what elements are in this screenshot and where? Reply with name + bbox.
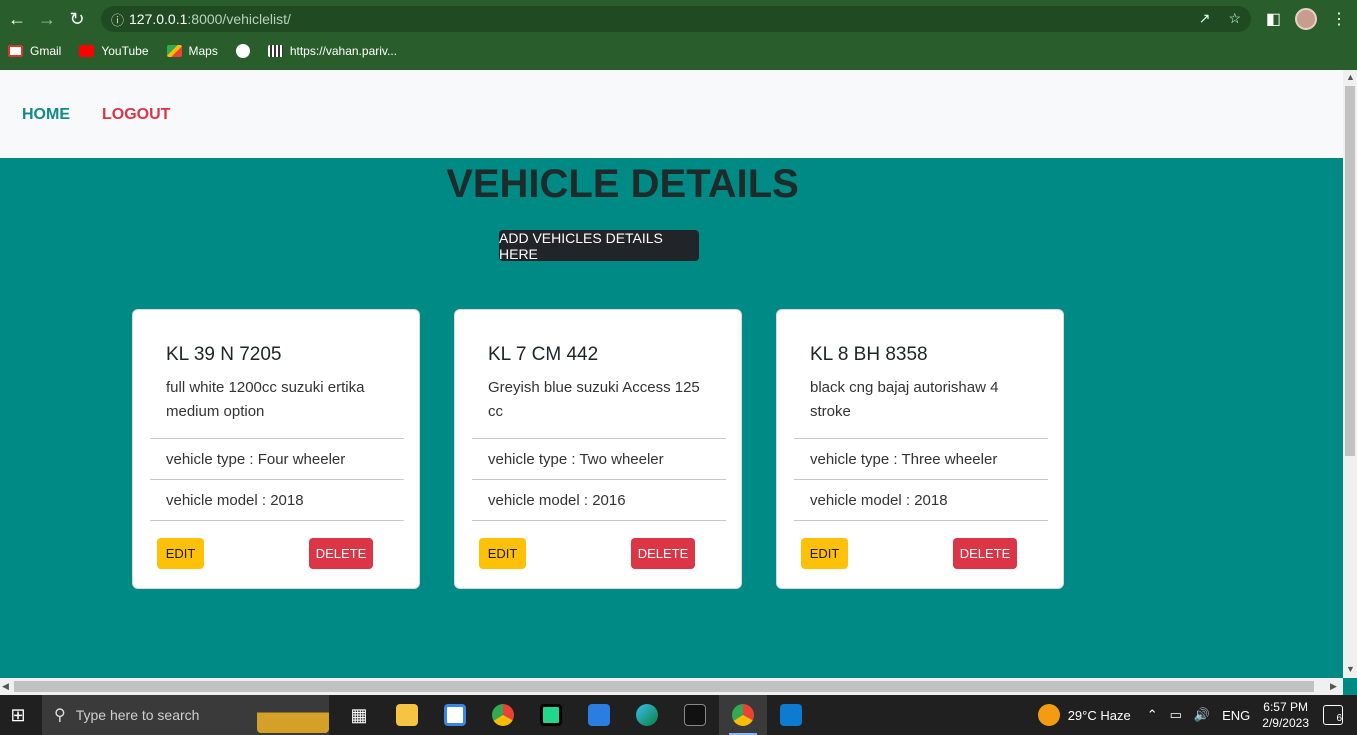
pycharm-icon[interactable] (527, 695, 575, 735)
edge-icon[interactable] (623, 695, 671, 735)
divider (150, 479, 404, 480)
vehicle-description: Greyish blue suzuki Access 125 cc (488, 379, 700, 420)
globe-icon (235, 44, 250, 58)
vertical-scrollbar[interactable]: ▲ ▼ (1343, 70, 1357, 678)
notification-icon[interactable]: 6 (1323, 705, 1343, 725)
nav-logout-link[interactable]: LOGOUT (102, 106, 170, 124)
divider (472, 479, 726, 480)
bookmark-gmail[interactable]: Gmail (8, 44, 61, 58)
reload-icon[interactable]: ↻ (64, 6, 90, 32)
chrome-icon[interactable] (479, 695, 527, 735)
bookmark-globe[interactable] (235, 44, 250, 58)
horizontal-scroll-thumb[interactable] (14, 681, 1314, 692)
volume-icon[interactable]: 🔊 (1194, 707, 1210, 723)
chrome-active-icon[interactable] (719, 695, 767, 735)
edit-button[interactable]: EDIT (801, 538, 848, 569)
divider (794, 438, 1048, 439)
task-view-icon[interactable]: ▦ (335, 695, 383, 735)
windows-start-icon[interactable]: ⊞ (0, 695, 36, 735)
page-title: VEHICLE DETAILS (446, 162, 799, 206)
forward-icon[interactable]: → (34, 6, 60, 32)
divider (150, 438, 404, 439)
clock-time: 6:57 PM (1263, 700, 1308, 714)
edit-button[interactable]: EDIT (479, 538, 526, 569)
bookmarks-bar: Gmail YouTube Maps https://vahan.pariv..… (0, 38, 397, 64)
weather-text: 29°C Haze (1067, 707, 1131, 723)
file-explorer-icon[interactable] (383, 695, 431, 735)
store-icon[interactable] (431, 695, 479, 735)
vscode-icon[interactable] (767, 695, 815, 735)
edit-button[interactable]: EDIT (157, 538, 204, 569)
back-icon[interactable]: ← (4, 6, 30, 32)
gmail-icon (8, 45, 23, 57)
address-url[interactable]: 127.0.0.1:8000/vehiclelist/ (129, 11, 291, 27)
weather-widget[interactable]: 29°C Haze (1037, 704, 1131, 726)
vehicle-card: KL 7 CM 442 Greyish blue suzuki Access 1… (454, 309, 742, 589)
bookmark-maps[interactable]: Maps (166, 44, 218, 58)
side-panel-icon[interactable]: ◧ (1266, 9, 1281, 29)
maps-icon (166, 45, 182, 57)
vehicle-model: vehicle model : 2016 (488, 492, 626, 509)
vehicle-model: vehicle model : 2018 (166, 492, 304, 509)
profile-avatar[interactable] (1295, 8, 1317, 30)
scroll-right-icon[interactable]: ▶ (1330, 681, 1337, 692)
clock-date: 2/9/2023 (1262, 716, 1309, 730)
vehicle-description: full white 1200cc suzuki ertika medium o… (166, 379, 365, 420)
delete-button[interactable]: DELETE (631, 538, 695, 569)
scroll-down-icon[interactable]: ▼ (1346, 664, 1355, 674)
tray-chevron-icon[interactable]: ⌃ (1147, 707, 1158, 723)
scroll-up-icon[interactable]: ▲ (1346, 72, 1355, 82)
delete-button[interactable]: DELETE (309, 538, 373, 569)
menu-icon[interactable]: ⋮ (1331, 9, 1347, 29)
vehicle-type: vehicle type : Two wheeler (488, 451, 664, 468)
vehicle-type: vehicle type : Four wheeler (166, 451, 346, 468)
vehicle-card: KL 8 BH 8358 black cng bajaj autorishaw … (776, 309, 1064, 589)
divider (794, 520, 1048, 521)
vehicle-type: vehicle type : Three wheeler (810, 451, 998, 468)
vehicle-card: KL 39 N 7205 full white 1200cc suzuki er… (132, 309, 420, 589)
vehicle-registration: KL 7 CM 442 (488, 344, 599, 365)
bookmark-vahan[interactable]: https://vahan.pariv... (267, 44, 397, 58)
divider (150, 520, 404, 521)
browser-chrome: ← → ↻ ⓘ 127.0.0.1:8000/vehiclelist/ ↗ ☆ … (0, 0, 1357, 70)
taskbar-search-placeholder: Type here to search (75, 707, 200, 723)
clock[interactable]: 6:57 PM 2/9/2023 (1262, 699, 1309, 731)
search-icon: ⚲ (54, 707, 66, 724)
page-content: HOME LOGOUT VEHICLE DETAILS ADD VEHICLES… (0, 70, 1343, 678)
youtube-icon (79, 45, 95, 57)
address-bar[interactable]: ⓘ 127.0.0.1:8000/vehiclelist/ ↗ ☆ (101, 6, 1251, 32)
terminal-icon[interactable] (671, 695, 719, 735)
vertical-scroll-thumb[interactable] (1345, 86, 1355, 456)
site-info-icon[interactable]: ⓘ (111, 10, 129, 29)
bookmark-youtube[interactable]: YouTube (79, 44, 149, 58)
system-tray: 29°C Haze ⌃ ▭ 🔊 ENG 6:57 PM 2/9/2023 6 (1037, 695, 1357, 735)
vehicle-registration: KL 8 BH 8358 (810, 344, 928, 365)
weather-icon (1037, 704, 1060, 726)
vehicle-description: black cng bajaj autorishaw 4 stroke (810, 379, 999, 420)
network-icon[interactable]: ▭ (1170, 707, 1182, 723)
navbar: HOME LOGOUT (0, 70, 1343, 158)
search-highlight-image (257, 699, 329, 733)
horizontal-scrollbar[interactable]: ◀ ▶ (0, 678, 1343, 695)
scroll-left-icon[interactable]: ◀ (2, 681, 9, 692)
add-vehicle-button[interactable]: ADD VEHICLES DETAILS HERE (499, 230, 699, 262)
bookmark-star-icon[interactable]: ☆ (1228, 10, 1241, 27)
divider (472, 520, 726, 521)
delete-button[interactable]: DELETE (953, 538, 1017, 569)
browser-toolbar: ← → ↻ ⓘ 127.0.0.1:8000/vehiclelist/ ↗ ☆ … (0, 0, 1357, 38)
qr-icon (267, 45, 283, 57)
taskbar-search[interactable]: ⚲ Type here to search (42, 695, 329, 735)
divider (794, 479, 1048, 480)
share-icon[interactable]: ↗ (1199, 10, 1211, 27)
language-indicator[interactable]: ENG (1222, 708, 1250, 723)
divider (472, 438, 726, 439)
nav-home-link[interactable]: HOME (22, 106, 70, 124)
mail-icon[interactable] (575, 695, 623, 735)
windows-taskbar: ⊞ ⚲ Type here to search ▦ 29°C Haze ⌃ ▭ … (0, 695, 1357, 735)
vehicle-model: vehicle model : 2018 (810, 492, 948, 509)
vehicle-registration: KL 39 N 7205 (166, 344, 282, 365)
